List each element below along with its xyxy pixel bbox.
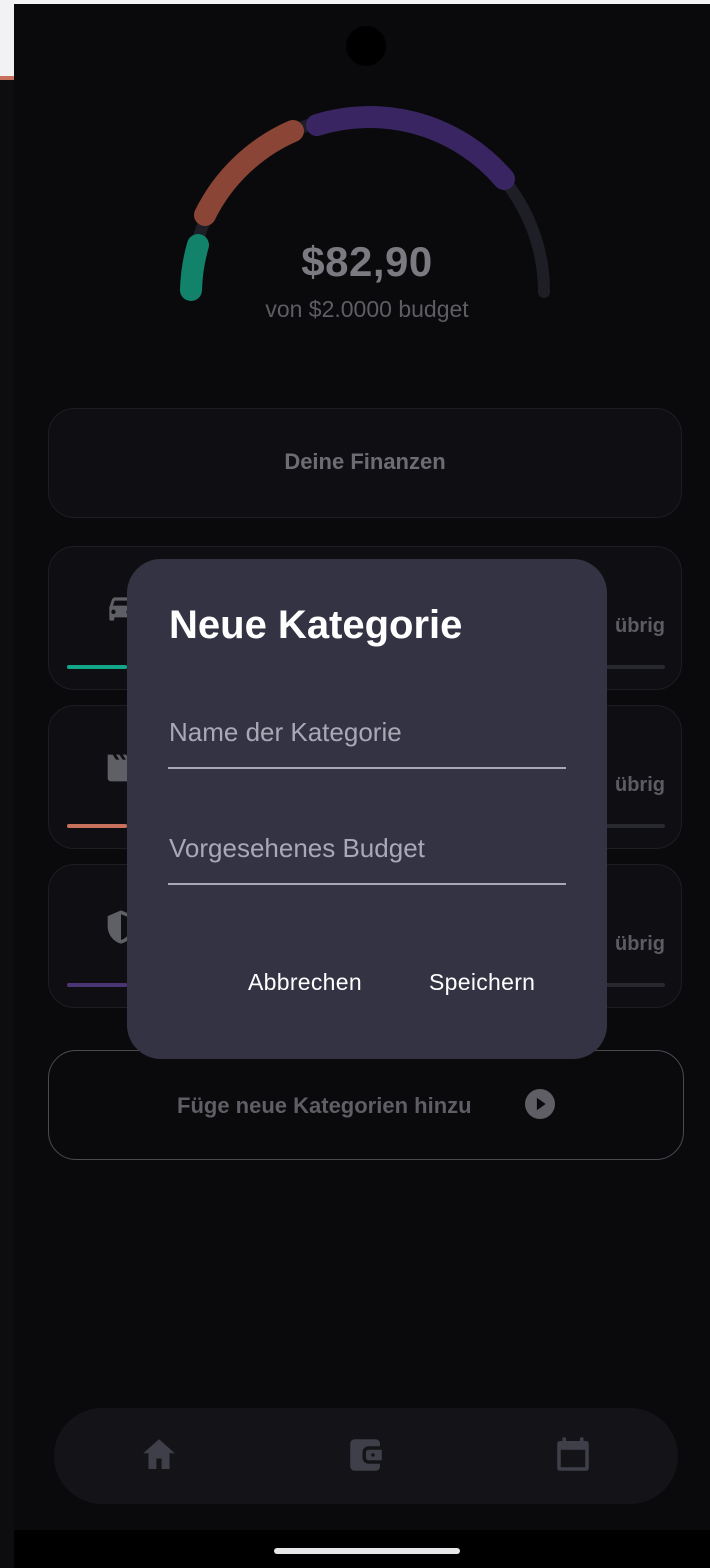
play-circle-icon xyxy=(525,1089,555,1119)
category-name-input[interactable] xyxy=(168,699,566,765)
save-button[interactable]: Speichern xyxy=(423,961,541,1004)
home-icon[interactable] xyxy=(138,1434,180,1476)
home-indicator[interactable] xyxy=(274,1548,460,1554)
wallet-icon[interactable] xyxy=(345,1434,387,1476)
category-remaining-label: übrig xyxy=(615,615,665,637)
spent-amount: $82,90 xyxy=(301,238,433,285)
calendar-icon[interactable] xyxy=(552,1434,594,1476)
dialog-title: Neue Kategorie xyxy=(169,603,463,647)
budget-total-text: von $2.0000 budget xyxy=(265,296,469,322)
category-progress-fill xyxy=(67,665,127,669)
category-budget-underline xyxy=(168,883,566,885)
new-category-dialog: Neue Kategorie Abbrechen Speichern xyxy=(127,559,607,1059)
gauge-segment-red xyxy=(194,120,304,226)
bottom-nav xyxy=(54,1408,678,1504)
gauge-segment-purple xyxy=(306,106,515,190)
category-progress-fill xyxy=(67,824,127,828)
category-name-field xyxy=(168,699,566,769)
category-budget-input[interactable] xyxy=(168,815,566,881)
background-window xyxy=(0,0,14,76)
category-budget-field xyxy=(168,815,566,885)
background-app-edge xyxy=(0,0,14,1568)
category-remaining-label: übrig xyxy=(615,933,665,955)
add-category-label: Füge neue Kategorien hinzu xyxy=(177,1093,472,1118)
category-name-underline xyxy=(168,767,566,769)
cancel-button[interactable]: Abbrechen xyxy=(242,961,368,1004)
background-accent-line xyxy=(0,76,14,80)
phone-screen: $82,90 von $2.0000 budget Deine Finanzen… xyxy=(14,4,710,1568)
add-category-button[interactable]: Füge neue Kategorien hinzu xyxy=(48,1050,684,1160)
category-remaining-label: übrig xyxy=(615,774,665,796)
category-progress-fill xyxy=(67,983,127,987)
finanzen-card-label: Deine Finanzen xyxy=(284,449,446,474)
gesture-bar xyxy=(14,1530,710,1568)
finanzen-card[interactable]: Deine Finanzen xyxy=(48,408,682,518)
